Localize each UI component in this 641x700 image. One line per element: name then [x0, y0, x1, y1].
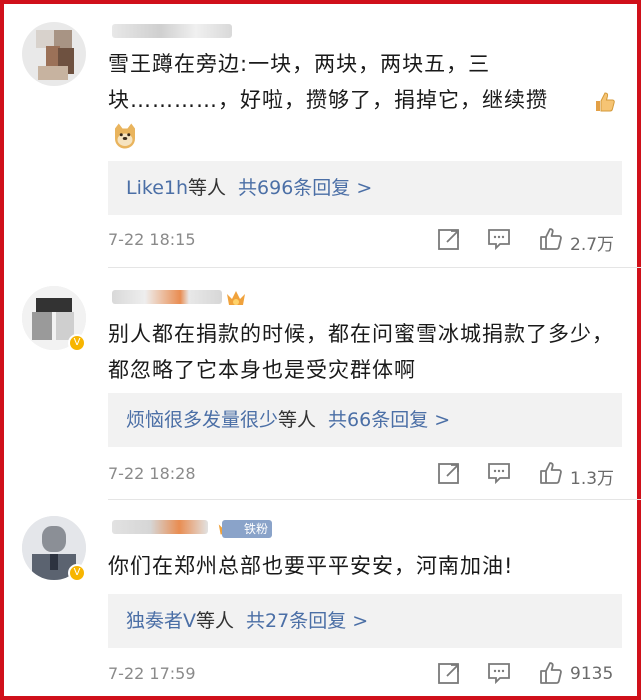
reply-summary[interactable]: 独奏者Ⅴ等人 共27条回复 >	[108, 594, 622, 648]
thumbs-up-emoji	[596, 92, 615, 112]
verified-v-icon: V	[68, 564, 86, 582]
doge-emoji	[115, 123, 135, 149]
username-blurred[interactable]	[112, 290, 222, 304]
avatar[interactable]	[22, 22, 86, 86]
thumbs-up-icon[interactable]	[538, 460, 564, 486]
timestamp: 7-22 18:15	[108, 230, 196, 249]
thumbs-up-icon[interactable]	[538, 226, 564, 252]
fan-badge: 铁粉	[222, 520, 273, 538]
reply-summary[interactable]: Like1h等人 共696条回复 >	[108, 161, 622, 215]
comment-item: 雪王蹲在旁边:一块，两块，两块五，三块…………，好啦，攒够了，捐掉它，继续攒 L…	[0, 0, 641, 268]
comment-text: 你们在郑州总部也要平平安安，河南加油!	[108, 548, 618, 584]
reply-count[interactable]: 共27条回复 >	[246, 610, 368, 632]
verified-v-icon: V	[68, 334, 86, 352]
share-icon[interactable]	[436, 460, 462, 486]
comment-text: 别人都在捐款的时候，都在问蜜雪冰城捐款了多少，都忽略了它本身也是受灾群体啊	[108, 316, 618, 388]
reply-deng: 等人	[278, 409, 317, 431]
comment-icon[interactable]	[486, 460, 512, 486]
comment-text-content: 雪王蹲在旁边:一块，两块，两块五，三块…………，好啦，攒够了，捐掉它，继续攒	[108, 52, 548, 112]
reply-count[interactable]: 共66条回复 >	[328, 409, 450, 431]
comment-meta: 7-22 18:15 2.7万	[108, 226, 622, 256]
timestamp: 7-22 18:28	[108, 464, 196, 483]
comment-icon[interactable]	[486, 226, 512, 252]
timestamp: 7-22 17:59	[108, 664, 196, 683]
reply-count[interactable]: 共696条回复 >	[238, 177, 372, 199]
comment-item: V 铁粉 你们在郑州总部也要平平安安，河南加油! 独奏者Ⅴ等人 共27条回复 > …	[0, 500, 641, 700]
reply-summary[interactable]: 烦恼很多发量很少等人 共66条回复 >	[108, 393, 622, 447]
reply-deng: 等人	[188, 177, 227, 199]
comment-meta: 7-22 17:59 9135	[108, 660, 622, 690]
thumbs-up-icon[interactable]	[538, 660, 564, 686]
reply-deng: 等人	[196, 610, 235, 632]
comment-text: 雪王蹲在旁边:一块，两块，两块五，三块…………，好啦，攒够了，捐掉它，继续攒	[108, 46, 618, 118]
comment-meta: 7-22 18:28 1.3万	[108, 460, 622, 490]
crown-icon	[227, 291, 245, 305]
username-blurred[interactable]	[112, 24, 232, 38]
share-icon[interactable]	[436, 660, 462, 686]
comment-icon[interactable]	[486, 660, 512, 686]
share-icon[interactable]	[436, 226, 462, 252]
like-count: 1.3万	[570, 469, 615, 489]
username-blurred[interactable]	[112, 520, 208, 534]
comment-text-content: 你们在郑州总部也要平平安安，河南加油!	[108, 554, 514, 578]
reply-users[interactable]: 独奏者Ⅴ	[126, 610, 196, 632]
comment-text-content: 别人都在捐款的时候，都在问蜜雪冰城捐款了多少，都忽略了它本身也是受灾群体啊	[108, 322, 614, 382]
reply-users[interactable]: Like1h	[126, 177, 188, 199]
reply-users[interactable]: 烦恼很多发量很少	[126, 409, 278, 431]
comment-item: V 别人都在捐款的时候，都在问蜜雪冰城捐款了多少，都忽略了它本身也是受灾群体啊 …	[0, 268, 641, 500]
like-count: 2.7万	[570, 235, 615, 255]
like-count: 9135	[570, 664, 614, 684]
